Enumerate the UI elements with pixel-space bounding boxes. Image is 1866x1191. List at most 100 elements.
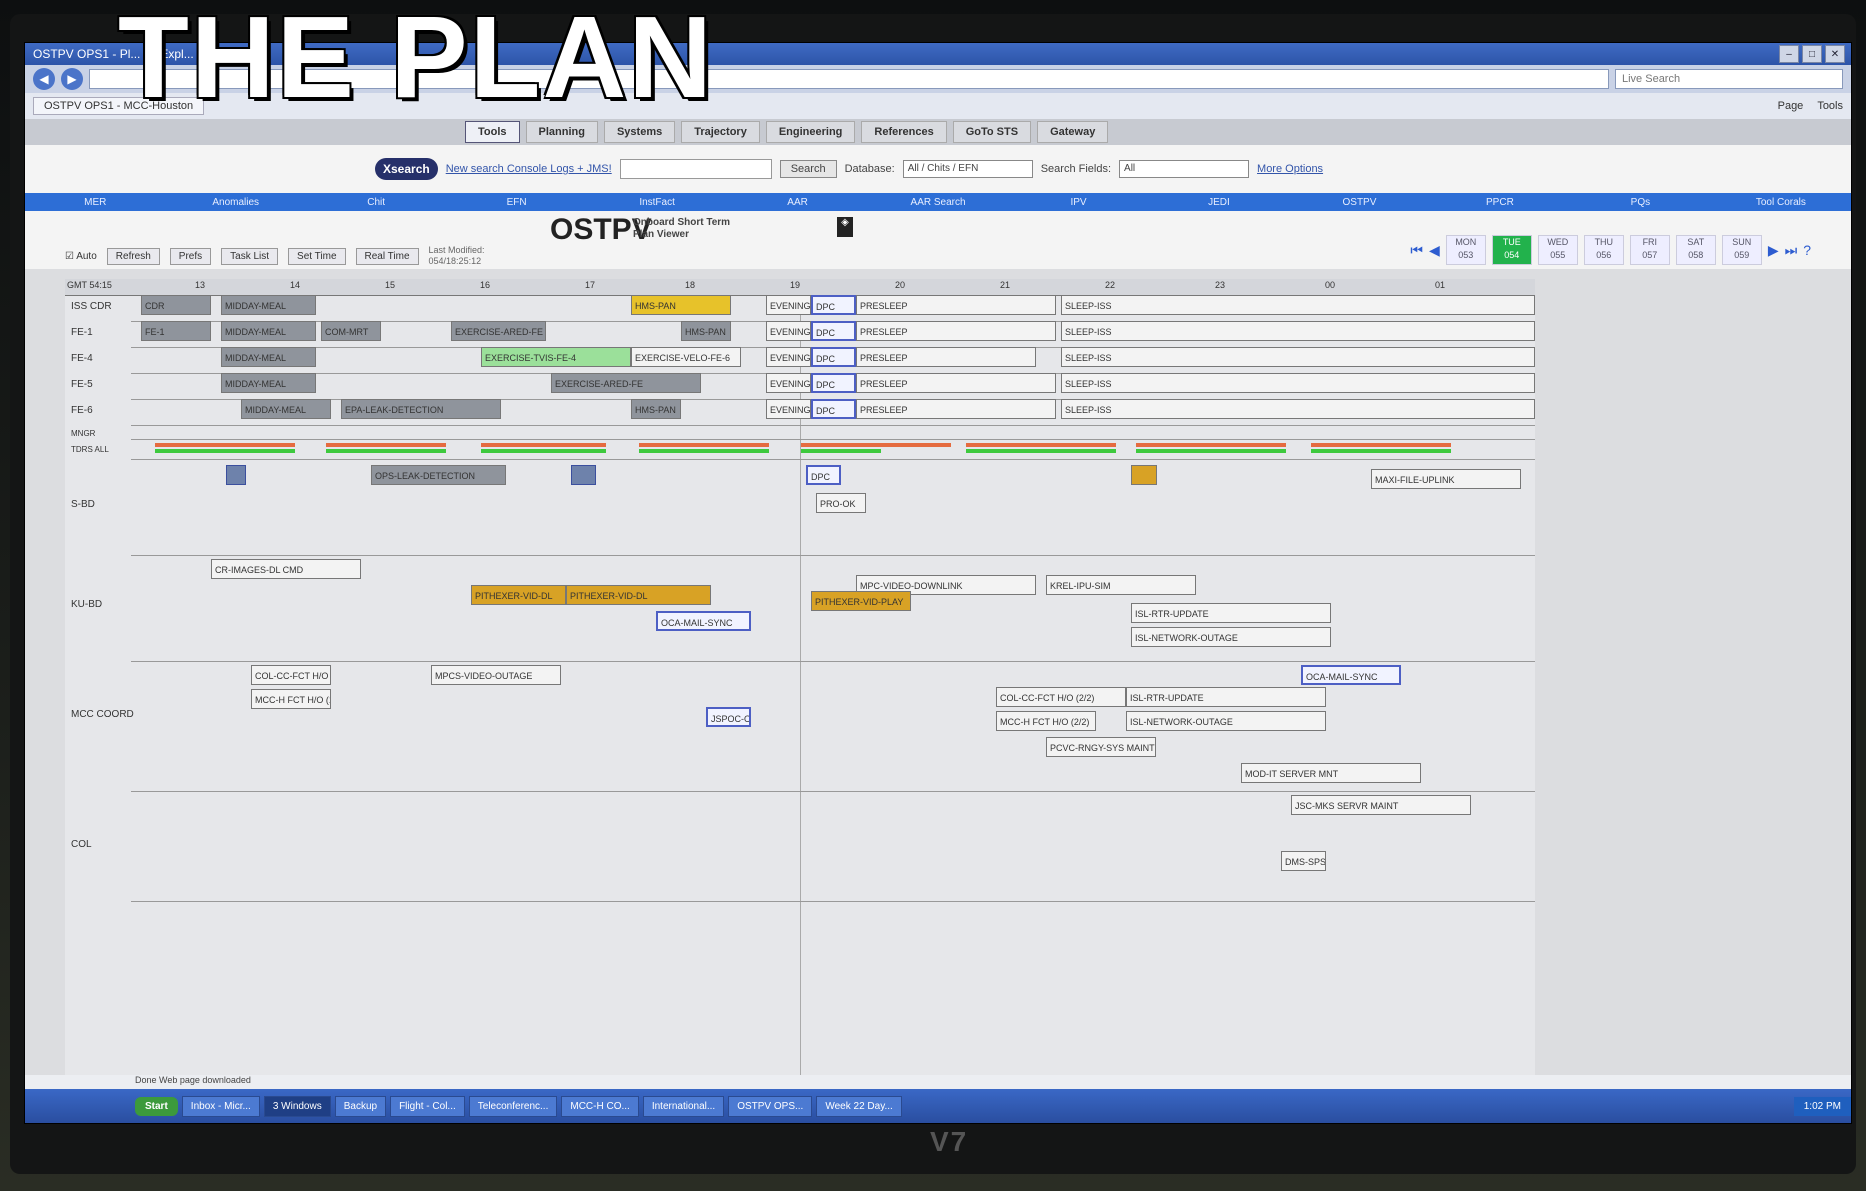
activity-block[interactable]: KREL-IPU-SIM	[1046, 575, 1196, 595]
activity-block[interactable]: SLEEP-ISS	[1061, 347, 1535, 367]
last-day-icon[interactable]: ⏭	[1785, 242, 1798, 259]
nav-references[interactable]: References	[861, 121, 947, 143]
activity-block[interactable]: COL-CC-FCT H/O (2/2)	[996, 687, 1126, 707]
prefs-button[interactable]: Prefs	[169, 247, 212, 265]
activity-block[interactable]: PRESLEEP	[856, 321, 1056, 341]
activity-block[interactable]: SLEEP-ISS	[1061, 399, 1535, 419]
tool-ipv[interactable]: IPV	[1008, 197, 1148, 208]
activity-block[interactable]: DMS-SPS	[1281, 851, 1326, 871]
activity-block[interactable]: MOD-IT SERVER MNT	[1241, 763, 1421, 783]
activity-block[interactable]: EXERCISE-VELO-FE-6	[631, 347, 741, 367]
next-day-icon[interactable]: ▶	[1768, 242, 1779, 259]
tool-mer[interactable]: MER	[25, 197, 165, 208]
taskbar-item[interactable]: Backup	[334, 1095, 387, 1117]
activity-block[interactable]: ISL-RTR-UPDATE	[1131, 603, 1331, 623]
tool-aar[interactable]: AAR	[727, 197, 867, 208]
taskbar-item[interactable]: 3 Windows	[263, 1095, 331, 1117]
activity-block[interactable]: FE-1	[141, 321, 211, 341]
activity-block[interactable]: MCC-H FCT H/O (2/2)	[996, 711, 1096, 731]
tool-corals[interactable]: Tool Corals	[1711, 197, 1851, 208]
activity-block[interactable]: DPC	[811, 321, 856, 341]
activity-block[interactable]	[226, 465, 246, 485]
day-tue[interactable]: TUE 054	[1491, 235, 1532, 265]
activity-block[interactable]: JSPOC-OK	[706, 707, 751, 727]
refresh-button[interactable]: Refresh	[106, 247, 160, 265]
activity-block[interactable]: ISL-NETWORK-OUTAGE	[1126, 711, 1326, 731]
nav-gateway[interactable]: Gateway	[1037, 121, 1109, 143]
activity-block[interactable]: MCC-H FCT H/O (1/2)	[251, 689, 331, 709]
activity-block[interactable]: PITHEXER-VID-DL	[471, 585, 566, 605]
forward-icon[interactable]: ▶	[61, 68, 83, 90]
tools-menu[interactable]: Tools	[1817, 100, 1843, 112]
activity-block[interactable]: MIDDAY-MEAL	[221, 347, 316, 367]
nav-goto-sts[interactable]: GoTo STS	[952, 121, 1032, 143]
activity-block[interactable]: EVENING	[766, 321, 811, 341]
activity-block[interactable]: EVENING	[766, 373, 811, 393]
activity-block[interactable]: EVENING	[766, 399, 811, 419]
close-icon[interactable]: ✕	[1825, 45, 1845, 63]
activity-block[interactable]: PCVC-RNGY-SYS MAINT	[1046, 737, 1156, 757]
activity-block[interactable]: EXERCISE-TVIS-FE-4	[481, 347, 631, 367]
activity-block[interactable]: DPC	[811, 373, 856, 393]
activity-block[interactable]: EVENING	[766, 347, 811, 367]
search-input[interactable]	[619, 159, 772, 179]
day-sun[interactable]: SUN 059	[1721, 235, 1762, 265]
activity-block[interactable]: SLEEP-ISS	[1061, 373, 1535, 393]
activity-block[interactable]: PITHEXER-VID-DL	[566, 585, 711, 605]
activity-block[interactable]: MIDDAY-MEAL	[221, 373, 316, 393]
task-list-button[interactable]: Task List	[221, 247, 279, 265]
tool-jedi[interactable]: JEDI	[1149, 197, 1289, 208]
activity-block[interactable]: HMS-PAN	[631, 399, 681, 419]
activity-block[interactable]: DPC	[811, 295, 856, 315]
activity-block[interactable]: PRO-OK	[816, 493, 866, 513]
page-menu[interactable]: Page	[1778, 100, 1804, 112]
activity-block[interactable]: EVENING	[766, 295, 811, 315]
activity-block[interactable]: PRESLEEP	[856, 399, 1056, 419]
tool-ostpv[interactable]: OSTPV	[1289, 197, 1429, 208]
tool-anomalies[interactable]: Anomalies	[165, 197, 305, 208]
activity-block[interactable]: PRESLEEP	[856, 295, 1056, 315]
taskbar-item[interactable]: Week 22 Day...	[816, 1095, 902, 1117]
tool-instfact[interactable]: InstFact	[587, 197, 727, 208]
activity-block[interactable]	[1131, 465, 1157, 485]
activity-block[interactable]: SLEEP-ISS	[1061, 321, 1535, 341]
taskbar-item[interactable]: Flight - Col...	[390, 1095, 465, 1117]
activity-block[interactable]: OPS-LEAK-DETECTION	[371, 465, 506, 485]
activity-block[interactable]: PRESLEEP	[856, 373, 1056, 393]
taskbar-item[interactable]: International...	[642, 1095, 725, 1117]
tool-ppcr[interactable]: PPCR	[1430, 197, 1570, 208]
activity-block[interactable]: HMS-PAN	[631, 295, 731, 315]
real-time-button[interactable]: Real Time	[355, 247, 419, 265]
activity-block[interactable]: MAXI-FILE-UPLINK	[1371, 469, 1521, 489]
day-sat[interactable]: SAT 058	[1675, 235, 1716, 265]
nav-engineering[interactable]: Engineering	[765, 121, 856, 143]
more-options-link[interactable]: More Options	[1257, 163, 1323, 175]
activity-block[interactable]: ISL-NETWORK-OUTAGE	[1131, 627, 1331, 647]
activity-block[interactable]: MIDDAY-MEAL	[221, 321, 316, 341]
minimize-icon[interactable]: –	[1779, 45, 1799, 63]
activity-block[interactable]: OCA-MAIL-SYNC	[656, 611, 751, 631]
taskbar-item[interactable]: Teleconferenc...	[468, 1095, 558, 1117]
first-day-icon[interactable]: ⏮	[1410, 242, 1423, 259]
activity-block[interactable]: SLEEP-ISS	[1061, 295, 1535, 315]
activity-block[interactable]: HMS-PAN	[681, 321, 731, 341]
nav-planning[interactable]: Planning	[525, 121, 598, 143]
nav-trajectory[interactable]: Trajectory	[681, 121, 760, 143]
activity-block[interactable]: JSC-MKS SERVR MAINT	[1291, 795, 1471, 815]
nav-tools[interactable]: Tools	[465, 121, 520, 143]
day-wed[interactable]: WED 055	[1537, 235, 1578, 265]
prev-day-icon[interactable]: ◀	[1429, 242, 1440, 259]
search-button[interactable]: Search	[779, 160, 837, 178]
tool-pqs[interactable]: PQs	[1570, 197, 1710, 208]
taskbar-item[interactable]: OSTPV OPS...	[728, 1095, 813, 1117]
activity-block[interactable]: EXERCISE-ARED-FE	[451, 321, 546, 341]
activity-block[interactable]: MPCS-VIDEO-OUTAGE	[431, 665, 561, 685]
taskbar-item[interactable]: MCC-H CO...	[561, 1095, 639, 1117]
activity-block[interactable]: CR-IMAGES-DL CMD	[211, 559, 361, 579]
activity-block[interactable]: MIDDAY-MEAL	[221, 295, 316, 315]
activity-block[interactable]: COL-CC-FCT H/O (1/2)	[251, 665, 331, 685]
day-mon[interactable]: MON 053	[1445, 235, 1486, 265]
day-fri[interactable]: FRI 057	[1629, 235, 1670, 265]
help-icon[interactable]: ?	[1803, 242, 1811, 258]
tool-chit[interactable]: Chit	[306, 197, 446, 208]
